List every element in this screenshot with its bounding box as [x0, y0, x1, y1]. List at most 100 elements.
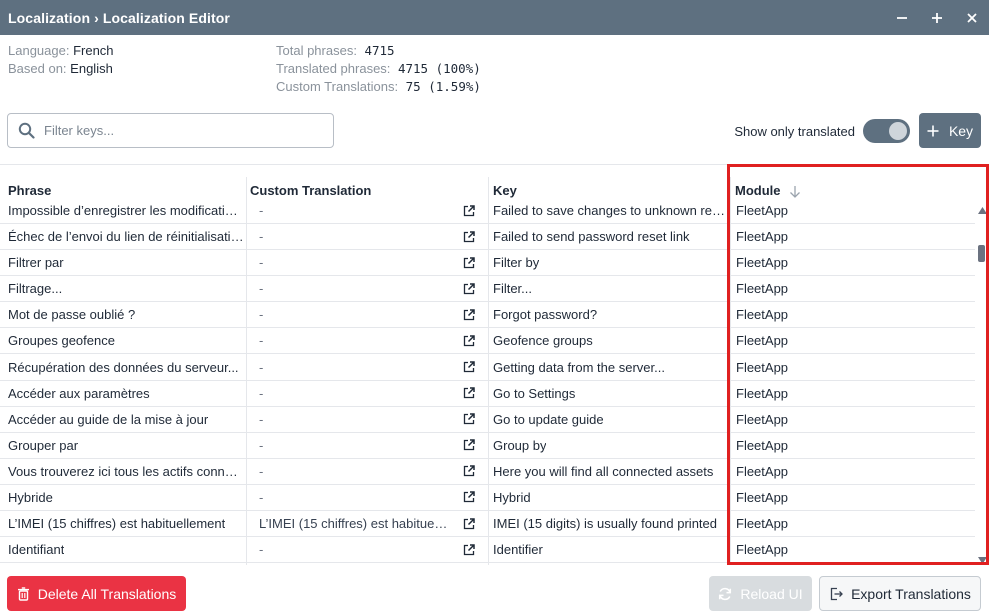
custom-value: 75 (1.59%): [405, 79, 481, 94]
open-external-icon[interactable]: [463, 203, 475, 223]
table-scrollbar[interactable]: [975, 203, 989, 565]
custom-translation-cell[interactable]: -: [259, 407, 449, 432]
filter-keys-input[interactable]: [44, 123, 324, 138]
table-row[interactable]: Accéder au guide de la mise à jour - Go to…: [0, 407, 975, 433]
custom-translation-cell[interactable]: -: [259, 302, 449, 327]
phrase-cell: Impossible d’enregistrer les modificatio…: [8, 203, 244, 223]
key-cell: Identifier: [493, 537, 727, 562]
open-external-icon[interactable]: [463, 407, 475, 432]
table-row[interactable]: Grouper par - Group by FleetApp: [0, 433, 975, 459]
module-cell: FleetApp: [736, 203, 966, 223]
custom-translation-cell[interactable]: L’IMEI (15 chiffres) est habituellement: [259, 511, 449, 536]
custom-translation-cell[interactable]: -: [259, 433, 449, 458]
custom-translation-cell[interactable]: -: [259, 224, 449, 249]
delete-all-translations-label: Delete All Translations: [37, 585, 177, 602]
scroll-down-icon[interactable]: [978, 557, 987, 564]
table-row[interactable]: Accéder aux paramètres - Go to Settings Fle…: [0, 381, 975, 407]
module-cell: FleetApp: [736, 537, 966, 562]
module-cell: FleetApp: [736, 328, 966, 353]
minimize-button[interactable]: [884, 0, 919, 35]
custom-translation-cell[interactable]: -: [259, 537, 449, 562]
key-cell: Failed to send password reset link: [493, 224, 727, 249]
custom-translation-cell[interactable]: -: [259, 276, 449, 301]
column-header-key[interactable]: Key: [493, 165, 517, 203]
export-icon: [829, 587, 843, 601]
custom-translation-text: -: [259, 229, 264, 245]
module-cell: FleetApp: [736, 407, 966, 432]
custom-translation-text: -: [259, 359, 264, 375]
custom-translation-cell[interactable]: -: [259, 328, 449, 353]
table-row[interactable]: Mot de passe oublié ? - Forgot password? Fl…: [0, 302, 975, 329]
based-on-value: English: [70, 61, 113, 76]
custom-translation-cell[interactable]: -: [259, 354, 449, 379]
close-button[interactable]: [954, 0, 989, 35]
key-text: Geofence groups: [493, 333, 593, 349]
table-row[interactable]: Filtrage... - Filter... FleetApp: [0, 276, 975, 303]
table-row[interactable]: Impossible d’enregistrer les modificatio…: [0, 203, 975, 224]
open-external-icon[interactable]: [463, 537, 475, 562]
total-value: 4715: [364, 43, 395, 58]
open-external-icon[interactable]: [463, 302, 475, 327]
key-text: Getting data from the server...: [493, 359, 665, 375]
phrase-cell: Vous trouverez ici tous les actifs conne…: [8, 459, 244, 484]
custom-translation-cell[interactable]: -: [259, 459, 449, 484]
module-cell: [736, 563, 966, 565]
open-external-icon[interactable]: [463, 381, 475, 406]
table-row[interactable]: L’IMEI (15 chiffres) est habituellement L…: [0, 511, 975, 538]
key-cell: Group by: [493, 433, 727, 458]
delete-all-translations-button[interactable]: Delete All Translations: [7, 576, 186, 611]
add-key-button[interactable]: Key: [919, 113, 981, 148]
open-external-icon[interactable]: [463, 250, 475, 275]
key-text: IMEI (15 digits) is usually found printe…: [493, 516, 717, 532]
open-external-icon[interactable]: [463, 328, 475, 353]
custom-translation-cell[interactable]: -: [259, 485, 449, 510]
column-header-phrase[interactable]: Phrase: [8, 165, 51, 203]
show-only-translated: Show only translated: [734, 119, 910, 143]
custom-translation-cell[interactable]: -: [259, 381, 449, 406]
custom-translation-cell[interactable]: -: [259, 250, 449, 275]
table-row[interactable]: Groupes geofence - Geofence groups FleetApp: [0, 328, 975, 355]
export-translations-button[interactable]: Export Translations: [819, 576, 981, 611]
open-external-icon[interactable]: [463, 511, 475, 536]
module-cell: FleetApp: [736, 302, 966, 327]
phrase-stats: Total phrases: 4715 Translated phrases: …: [276, 42, 481, 96]
open-external-icon[interactable]: [463, 459, 475, 484]
scroll-up-icon[interactable]: [978, 207, 987, 214]
key-text: Filter by: [493, 255, 540, 271]
phrase-text: Accéder au guide de la mise à jour: [8, 411, 209, 427]
open-external-icon[interactable]: [463, 485, 475, 510]
module-text: FleetApp: [736, 489, 789, 505]
show-only-translated-toggle[interactable]: [863, 119, 910, 143]
reload-ui-button[interactable]: Reload UI: [709, 576, 812, 611]
based-on-label: Based on:: [8, 61, 67, 76]
custom-translation-text: -: [259, 203, 264, 218]
phrase-cell: Échec de l’envoi du lien de réinitialisa…: [8, 224, 244, 249]
table-row[interactable]: Hybride - Hybrid FleetApp: [0, 485, 975, 512]
column-header-custom-translation[interactable]: Custom Translation: [250, 165, 371, 203]
column-header-module[interactable]: Module: [735, 165, 801, 203]
total-label: Total phrases:: [276, 43, 357, 58]
table-row[interactable]: Filtrer par - Filter by FleetApp: [0, 250, 975, 277]
scrollbar-thumb[interactable]: [978, 245, 985, 262]
table-row[interactable]: Échec de l’envoi du lien de réinitialisa…: [0, 224, 975, 251]
phrase-text: Mot de passe oublié ?: [8, 307, 136, 323]
custom-translation-cell[interactable]: -: [259, 203, 449, 223]
custom-translation-text: -: [259, 542, 264, 558]
translated-value: 4715 (100%): [397, 61, 481, 76]
open-external-icon[interactable]: [463, 224, 475, 249]
key-cell: Failed to save changes to unknown reason: [493, 203, 727, 223]
table-row[interactable]: Identifiant - Identifier FleetApp: [0, 537, 975, 564]
export-translations-label: Export Translations: [851, 585, 971, 602]
custom-translation-text: -: [259, 255, 264, 271]
key-cell: Go to update guide: [493, 407, 727, 432]
table-row[interactable]: Vous trouverez ici tous les actifs conne…: [0, 459, 975, 485]
open-external-icon[interactable]: [463, 433, 475, 458]
maximize-button[interactable]: [919, 0, 954, 35]
table-row[interactable]: [0, 563, 975, 565]
open-external-icon[interactable]: [463, 354, 475, 379]
phrase-cell: Récupération des données du serveur...: [8, 354, 244, 379]
table-row[interactable]: Récupération des données du serveur... - G…: [0, 354, 975, 381]
key-cell: Hybrid: [493, 485, 727, 510]
open-external-icon[interactable]: [463, 276, 475, 301]
custom-translation-cell[interactable]: [259, 563, 449, 565]
